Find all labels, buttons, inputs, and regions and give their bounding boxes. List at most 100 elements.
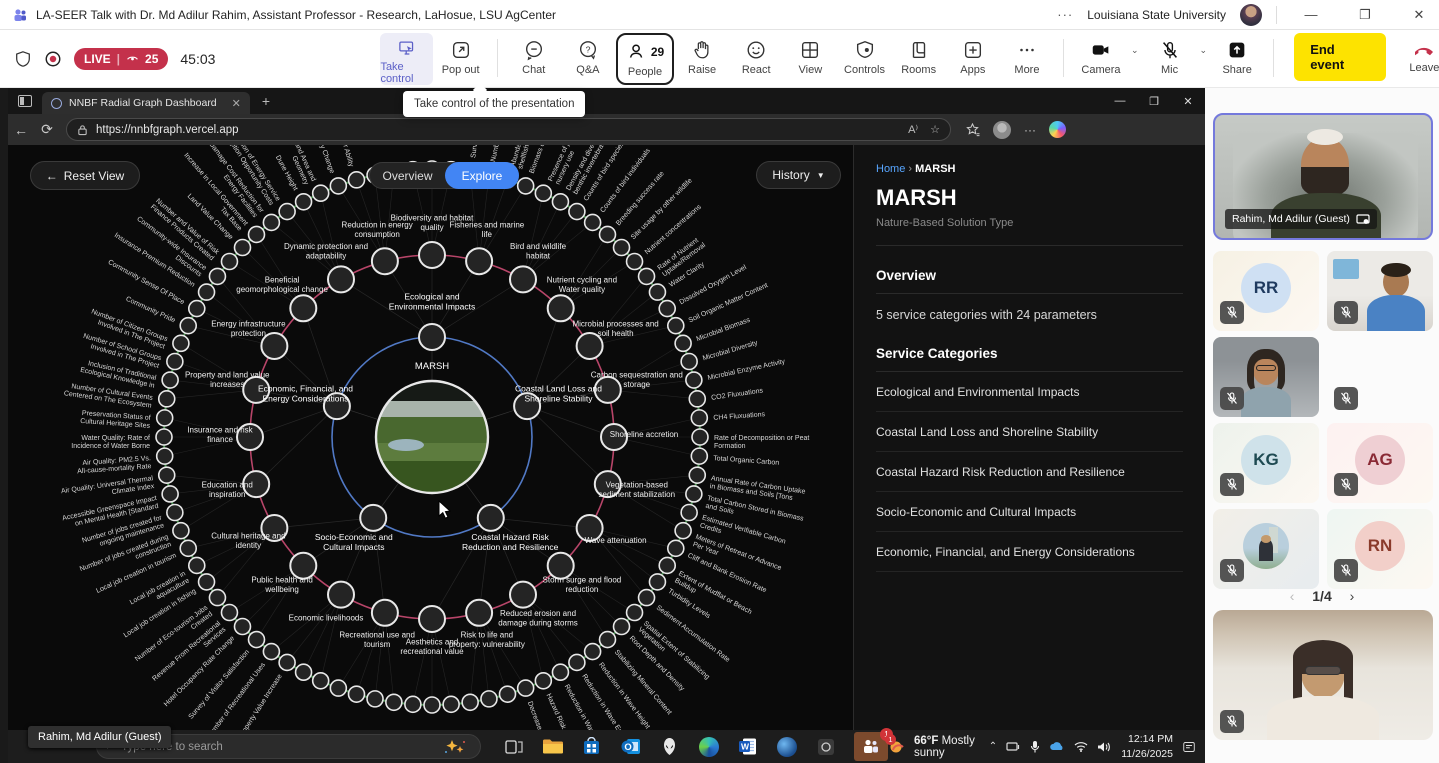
- mic-button[interactable]: Mic: [1143, 33, 1197, 85]
- radial-graph[interactable]: Survival of plantingsNumber of speciesAb…: [8, 145, 853, 730]
- user-avatar[interactable]: [1240, 4, 1262, 26]
- titlebar-more-menu[interactable]: ···: [1057, 7, 1073, 22]
- windows-taskbar: ⌕ Type here to search: [8, 730, 1205, 763]
- word-icon[interactable]: W: [737, 736, 759, 758]
- tenant-name: Louisiana State University: [1087, 8, 1226, 22]
- browser-profile-avatar[interactable]: [993, 121, 1011, 139]
- read-aloud-icon[interactable]: A⁾: [908, 123, 918, 136]
- browser-close-button[interactable]: ✕: [1171, 89, 1205, 113]
- outlook-icon[interactable]: O: [620, 736, 642, 758]
- chat-button[interactable]: Chat: [508, 33, 560, 85]
- overview-heading: Overview: [876, 268, 1183, 294]
- pager-next-icon[interactable]: ›: [1350, 588, 1355, 604]
- tray-mic-icon[interactable]: [1030, 740, 1040, 754]
- more-button[interactable]: More: [1001, 33, 1053, 85]
- camera-button[interactable]: Camera: [1074, 33, 1128, 85]
- window-minimize-button[interactable]: —: [1291, 0, 1331, 30]
- webex-icon[interactable]: [776, 736, 798, 758]
- take-control-button[interactable]: Take control: [380, 33, 432, 85]
- participant-initials-tile[interactable]: RN: [1327, 509, 1433, 589]
- participant-initials-tile[interactable]: AG: [1327, 423, 1433, 503]
- leave-button[interactable]: Leave: [1402, 33, 1439, 74]
- tab-close-icon[interactable]: ✕: [232, 97, 241, 110]
- svg-text:Survival of plantings: Survival of plantings: [470, 145, 486, 159]
- reset-view-button[interactable]: ←Reset View: [30, 161, 140, 190]
- mic-muted-badge: [1220, 559, 1244, 582]
- favorite-star-icon[interactable]: ☆: [930, 123, 940, 136]
- browser-tab[interactable]: NNBF Radial Graph Dashboard ✕: [42, 92, 250, 114]
- svg-text:Water Quality: Rate ofIncidenc: Water Quality: Rate ofIncidence of Water…: [71, 435, 150, 450]
- svg-text:Recreational use andtourism: Recreational use andtourism: [339, 630, 415, 649]
- notification-center-icon[interactable]: [1183, 740, 1195, 754]
- service-category-item[interactable]: Coastal Hazard Risk Reduction and Resili…: [876, 452, 1183, 492]
- breadcrumb-home-link[interactable]: Home: [876, 163, 905, 175]
- window-maximize-button[interactable]: ❐: [1345, 0, 1385, 30]
- refresh-button[interactable]: ⟳: [34, 121, 60, 138]
- controls-button[interactable]: Controls: [838, 33, 890, 85]
- security-shield-icon[interactable]: [14, 50, 32, 68]
- explore-toggle[interactable]: Explore: [445, 162, 519, 189]
- svg-text:Vegetation-basedsediment stabi: Vegetation-basedsediment stabilization: [599, 480, 675, 499]
- browser-more-icon[interactable]: ···: [1024, 123, 1036, 137]
- tray-chevron-icon[interactable]: ⌃: [989, 741, 997, 752]
- speaker-video-tile[interactable]: Rahim, Md Adilur (Guest): [1213, 113, 1433, 240]
- share-button[interactable]: Share: [1211, 33, 1263, 85]
- participant-video-tile[interactable]: [1213, 337, 1319, 417]
- taskbar-weather[interactable]: 1 66°F Mostly sunny: [888, 735, 979, 759]
- window-close-button[interactable]: ✕: [1399, 0, 1439, 30]
- service-category-item[interactable]: Economic, Financial, and Energy Consider…: [876, 532, 1183, 572]
- file-explorer-icon[interactable]: [542, 736, 564, 758]
- copilot-icon[interactable]: [1049, 121, 1066, 138]
- svg-text:O: O: [624, 742, 631, 753]
- apps-button[interactable]: Apps: [947, 33, 999, 85]
- search-highlights-icon[interactable]: [440, 738, 470, 756]
- teams-taskbar-icon[interactable]: 1: [854, 732, 888, 761]
- tray-device-icon[interactable]: [1006, 741, 1021, 753]
- new-tab-button[interactable]: +: [262, 93, 270, 109]
- bottom-video-tile[interactable]: [1213, 610, 1433, 740]
- service-category-item[interactable]: Socio-Economic and Cultural Impacts: [876, 492, 1183, 532]
- service-category-item[interactable]: Coastal Land Loss and Shoreline Stabilit…: [876, 412, 1183, 452]
- rooms-button[interactable]: Rooms: [893, 33, 945, 85]
- people-button[interactable]: 29 People: [616, 33, 674, 85]
- svg-text:Ecological andEnvironmental Im: Ecological andEnvironmental Impacts: [389, 292, 475, 312]
- task-view-icon[interactable]: [503, 736, 525, 758]
- browser-restore-button[interactable]: ❐: [1137, 89, 1171, 113]
- participant-video-tile[interactable]: [1327, 251, 1433, 331]
- panel-title: MARSH: [876, 185, 1183, 211]
- edge-icon[interactable]: [698, 736, 720, 758]
- end-event-button[interactable]: End event: [1294, 33, 1386, 81]
- camera-dropdown-chevron[interactable]: ⌄: [1131, 45, 1139, 56]
- collections-icon[interactable]: [965, 123, 980, 137]
- participant-muted-tile[interactable]: [1327, 337, 1433, 417]
- tray-onedrive-icon[interactable]: [1049, 741, 1065, 752]
- back-button[interactable]: ←: [8, 122, 34, 138]
- utility-app-icon[interactable]: [815, 736, 837, 758]
- participant-initials-tile[interactable]: KG: [1213, 423, 1319, 503]
- vertical-tabs-icon[interactable]: [18, 95, 32, 107]
- svg-text:CO2 Fluxuations: CO2 Fluxuations: [711, 387, 764, 401]
- pager-prev-icon[interactable]: ‹: [1290, 588, 1295, 604]
- raise-hand-button[interactable]: Raise: [676, 33, 728, 85]
- participant-photo-tile[interactable]: [1213, 509, 1319, 589]
- mic-dropdown-chevron[interactable]: ⌄: [1200, 45, 1208, 56]
- taskbar-clock[interactable]: 12:14 PM 11/26/2025: [1121, 732, 1173, 760]
- pager-text: 1/4: [1312, 588, 1331, 604]
- service-category-item[interactable]: Ecological and Environmental Impacts: [876, 372, 1183, 412]
- recording-icon[interactable]: [44, 50, 62, 68]
- alienware-icon[interactable]: [659, 736, 681, 758]
- browser-minimize-button[interactable]: —: [1103, 89, 1137, 113]
- pop-out-button[interactable]: Pop out: [435, 33, 487, 85]
- microsoft-store-icon[interactable]: [581, 736, 603, 758]
- view-button[interactable]: View: [784, 33, 836, 85]
- participant-initials-tile[interactable]: RR: [1213, 251, 1319, 331]
- react-button[interactable]: React: [730, 33, 782, 85]
- tray-volume-icon[interactable]: [1097, 741, 1111, 753]
- history-dropdown[interactable]: History ▼: [756, 161, 841, 189]
- svg-text:Storm surge and floodreduction: Storm surge and floodreduction: [543, 575, 622, 594]
- overview-toggle[interactable]: Overview: [370, 169, 445, 183]
- qna-button[interactable]: ? Q&A: [562, 33, 614, 85]
- tray-wifi-icon[interactable]: [1074, 741, 1088, 752]
- view-grid-icon: [799, 39, 821, 61]
- address-bar[interactable]: https://nnbfgraph.vercel.app A⁾ ☆: [66, 118, 951, 141]
